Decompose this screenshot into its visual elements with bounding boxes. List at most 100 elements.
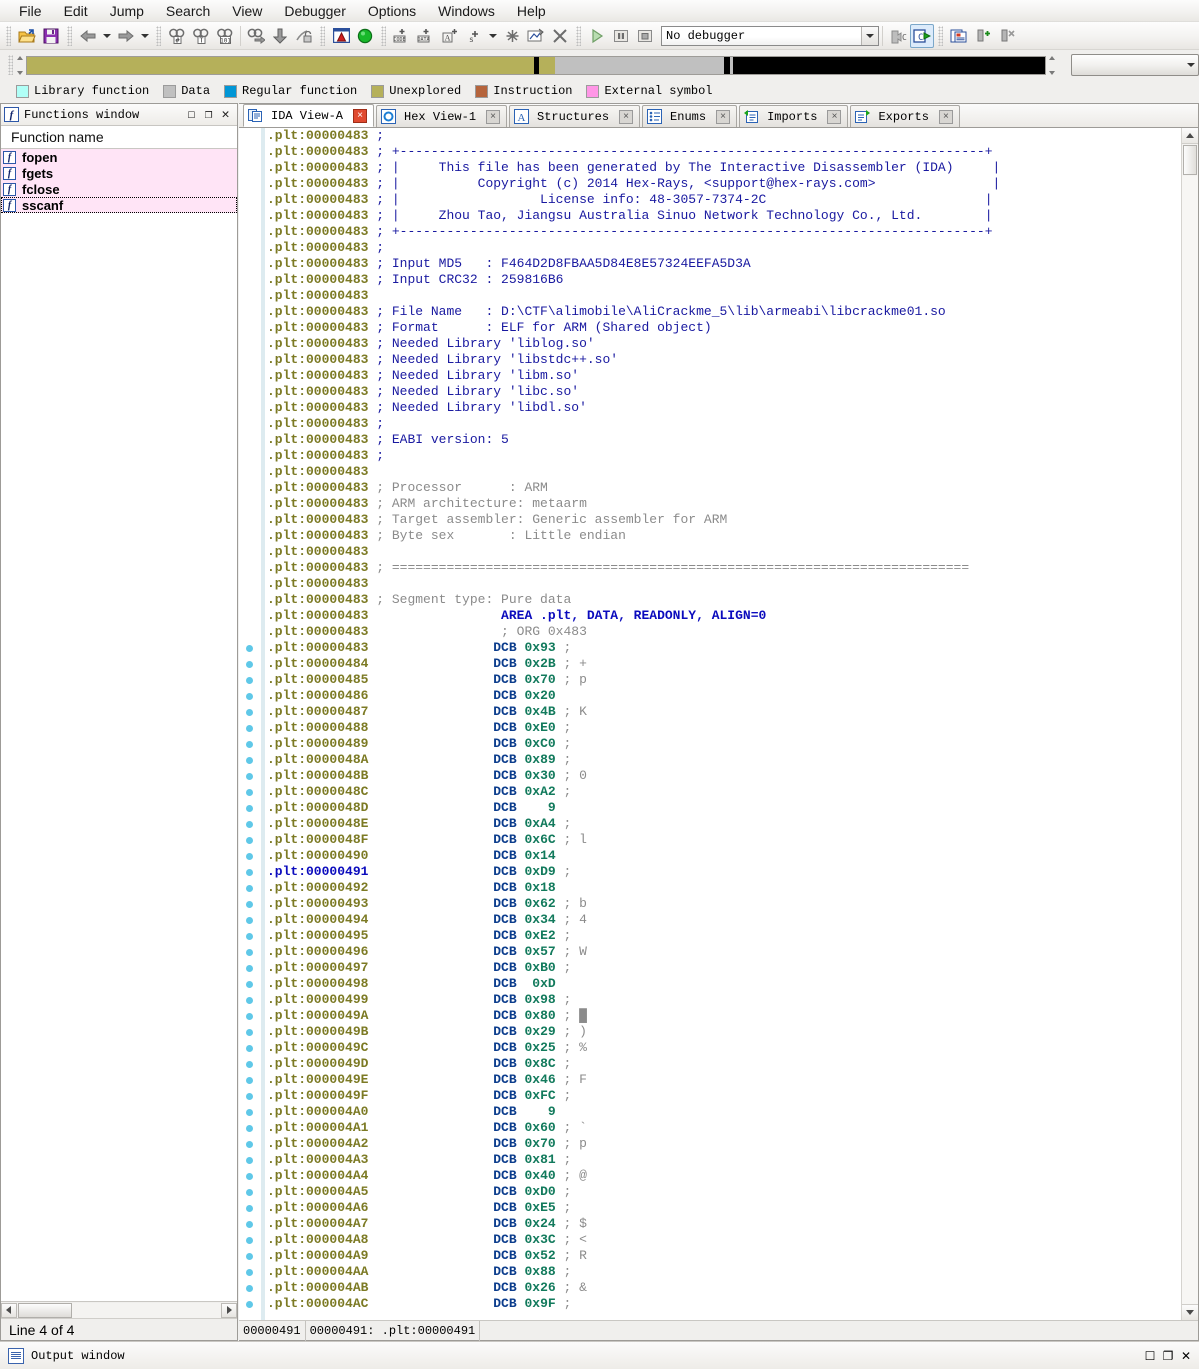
menu-item-help[interactable]: Help — [506, 1, 557, 21]
scroll-down-arrow-icon[interactable] — [1182, 1304, 1198, 1320]
debugger-select[interactable]: No debugger — [661, 25, 879, 46]
menu-item-jump[interactable]: Jump — [99, 1, 155, 21]
disassembly-line[interactable]: .plt:00000491 DCB 0xD9 ; — [267, 864, 1181, 880]
search-next-icon[interactable] — [244, 24, 268, 48]
disassembly-line[interactable]: .plt:00000483 — [267, 544, 1181, 560]
disassembly-line[interactable]: .plt:000004A7 DCB 0x24 ; $ — [267, 1216, 1181, 1232]
list-item[interactable]: f fgets — [1, 165, 237, 181]
disassembly-line[interactable]: .plt:000004A4 DCB 0x40 ; @ — [267, 1168, 1181, 1184]
item-marker-dot-icon[interactable] — [246, 997, 253, 1004]
output-close-icon[interactable]: ✕ — [1177, 1347, 1195, 1365]
close-icon[interactable]: ✕ — [217, 106, 234, 123]
decompile-icon[interactable]: C — [910, 23, 934, 48]
list-item[interactable]: f fclose — [1, 181, 237, 197]
disassembly-line[interactable]: .plt:00000483 ; — [267, 128, 1181, 144]
item-marker-dot-icon[interactable] — [246, 1301, 253, 1308]
item-marker-dot-icon[interactable] — [246, 693, 253, 700]
disassembly-line[interactable]: .plt:00000483 AREA .plt, DATA, READONLY,… — [267, 608, 1181, 624]
item-marker-dot-icon[interactable] — [246, 1061, 253, 1068]
item-marker-dot-icon[interactable] — [246, 1013, 253, 1020]
tab-structures[interactable]: A Structures × — [509, 105, 641, 127]
navband-segment-data-gray[interactable] — [554, 56, 724, 74]
tab-ida-view-a[interactable]: IDA View-A × — [243, 104, 375, 127]
restore-icon[interactable]: ❐ — [200, 106, 217, 123]
tab-close-icon[interactable]: × — [827, 109, 842, 124]
item-marker-dot-icon[interactable] — [246, 1269, 253, 1276]
disassembly-lines[interactable]: .plt:00000483 ; .plt:00000483 ; +-------… — [265, 128, 1181, 1320]
item-marker-dot-icon[interactable] — [246, 1253, 253, 1260]
disassembly-line[interactable]: .plt:0000048F DCB 0x6C ; l — [267, 832, 1181, 848]
disassembly-line[interactable]: .plt:00000483 ; | This file has been gen… — [267, 160, 1181, 176]
disassembly-line[interactable]: .plt:00000483 ; Input CRC32 : 259816B6 — [267, 272, 1181, 288]
item-marker-dot-icon[interactable] — [246, 661, 253, 668]
disassembly-line[interactable]: .plt:00000483 ; Byte sex : Little endian — [267, 528, 1181, 544]
item-marker-dot-icon[interactable] — [246, 1093, 253, 1100]
unlock-icon[interactable] — [292, 24, 316, 48]
tab-close-icon[interactable]: × — [619, 109, 634, 124]
navigation-band[interactable] — [25, 54, 1046, 76]
jump-down-icon[interactable] — [268, 24, 292, 48]
disassembly-line[interactable]: .plt:00000483 — [267, 464, 1181, 480]
disassembly-line[interactable]: .plt:000004A5 DCB 0xD0 ; — [267, 1184, 1181, 1200]
item-marker-dot-icon[interactable] — [246, 869, 253, 876]
item-marker-dot-icon[interactable] — [246, 1173, 253, 1180]
disassembly-line[interactable]: .plt:0000049D DCB 0x8C ; — [267, 1056, 1181, 1072]
menu-item-debugger[interactable]: Debugger — [273, 1, 357, 21]
navband-segment-unexplored-right[interactable] — [538, 56, 555, 74]
make-ascii-icon[interactable]: A — [438, 24, 462, 48]
tab-close-icon[interactable]: × — [716, 109, 731, 124]
disassembly-line[interactable]: .plt:00000483 ; | License info: 48-3057-… — [267, 192, 1181, 208]
stop-icon[interactable] — [633, 24, 657, 48]
disassembly-line[interactable]: .plt:0000049C DCB 0x25 ; % — [267, 1040, 1181, 1056]
navband-grip[interactable] — [8, 55, 13, 75]
toolbar-grip-2[interactable] — [67, 25, 72, 46]
vscroll-track[interactable] — [1182, 176, 1198, 1304]
vscroll-thumb[interactable] — [1183, 145, 1197, 175]
make-code-icon[interactable]: CODE — [390, 24, 414, 48]
disassembly-line[interactable]: .plt:00000483 ; ========================… — [267, 560, 1181, 576]
add-breakpoint-icon[interactable] — [971, 24, 995, 48]
menu-item-options[interactable]: Options — [357, 1, 427, 21]
item-marker-dot-icon[interactable] — [246, 917, 253, 924]
disassembly-line[interactable]: .plt:00000483 ; Target assembler: Generi… — [267, 512, 1181, 528]
navband-segment-divider-marker[interactable] — [723, 56, 730, 74]
navband-up-arrow-right-icon[interactable] — [1048, 55, 1055, 60]
chevron-down-icon-2[interactable] — [1186, 55, 1195, 75]
toolbar-grip-4[interactable] — [320, 25, 325, 46]
save-icon[interactable] — [39, 24, 63, 48]
make-data-icon[interactable]: DATA — [414, 24, 438, 48]
tab-hex-view-1[interactable]: Hex View-1 × — [376, 105, 508, 127]
hscroll-thumb[interactable] — [18, 1302, 72, 1318]
disassembly-line[interactable]: .plt:00000483 ; | Copyright (c) 2014 Hex… — [267, 176, 1181, 192]
scroll-right-arrow-icon[interactable] — [221, 1302, 237, 1318]
list-item[interactable]: f sscanf — [1, 197, 237, 213]
navband-down-arrow-right-icon[interactable] — [1048, 70, 1055, 75]
disassembly-line[interactable]: .plt:00000483 — [267, 288, 1181, 304]
disassembly-line[interactable]: .plt:00000494 DCB 0x34 ; 4 — [267, 912, 1181, 928]
tab-imports[interactable]: Imports × — [739, 105, 849, 127]
disassembly-line[interactable]: .plt:00000483 ; — [267, 240, 1181, 256]
tab-close-icon[interactable]: × — [938, 109, 953, 124]
search-hash-icon[interactable]: # — [165, 24, 189, 48]
item-marker-dot-icon[interactable] — [246, 789, 253, 796]
item-marker-dot-icon[interactable] — [246, 965, 253, 972]
disassembly-line[interactable]: .plt:00000487 DCB 0x4B ; K — [267, 704, 1181, 720]
disassembly-line[interactable]: .plt:00000497 DCB 0xB0 ; — [267, 960, 1181, 976]
item-marker-dot-icon[interactable] — [246, 1077, 253, 1084]
item-marker-dot-icon[interactable] — [246, 645, 253, 652]
disassembly-line[interactable]: .plt:000004A9 DCB 0x52 ; R — [267, 1248, 1181, 1264]
hscroll-track[interactable] — [72, 1302, 221, 1318]
disassembly-line[interactable]: .plt:00000496 DCB 0x57 ; W — [267, 944, 1181, 960]
warning-icon[interactable] — [329, 24, 353, 48]
maximize-icon[interactable]: ☐ — [183, 106, 200, 123]
menu-item-edit[interactable]: Edit — [53, 1, 99, 21]
disassembly-line[interactable]: .plt:000004A3 DCB 0x81 ; — [267, 1152, 1181, 1168]
disassembly-line[interactable]: .plt:00000483 ; Needed Library 'liblog.s… — [267, 336, 1181, 352]
disassembly-line[interactable]: .plt:00000492 DCB 0x18 — [267, 880, 1181, 896]
item-marker-dot-icon[interactable] — [246, 709, 253, 716]
disassembly-line[interactable]: .plt:00000483 ; Format : ELF for ARM (Sh… — [267, 320, 1181, 336]
functions-list[interactable]: f fopen f fgets f fclose f sscanf — [1, 149, 237, 1301]
make-struct-dropdown-icon[interactable] — [486, 24, 500, 48]
disassembly-line[interactable]: .plt:00000483 ; Needed Library 'libm.so' — [267, 368, 1181, 384]
item-marker-dot-icon[interactable] — [246, 1237, 253, 1244]
